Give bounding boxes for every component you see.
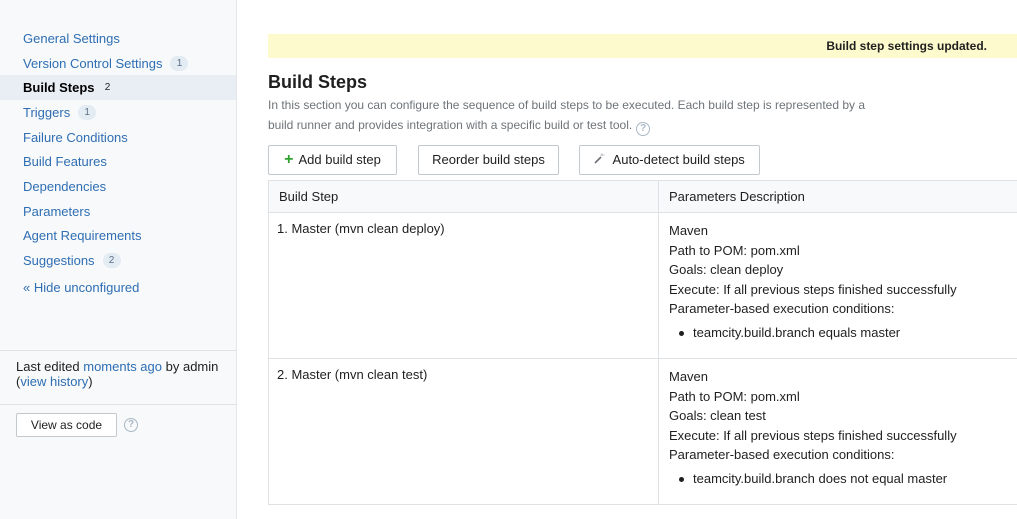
- auto-detect-build-steps-button[interactable]: Auto-detect build steps: [579, 145, 760, 175]
- conditions-list: teamcity.build.branch does not equal mas…: [669, 469, 1017, 489]
- nav-item-label: Dependencies: [23, 178, 107, 194]
- nav-item-label: Version Control Settings: [23, 55, 163, 71]
- nav-item-label: Build Features: [23, 154, 107, 170]
- reorder-build-steps-button[interactable]: Reorder build steps: [418, 145, 559, 175]
- help-icon[interactable]: ?: [124, 418, 138, 432]
- table-row[interactable]: 1. Master (mvn clean deploy) Maven Path …: [269, 213, 1017, 359]
- execute-policy: Execute: If all previous steps finished …: [669, 281, 957, 297]
- nav-item-version-control-settings[interactable]: Version Control Settings 1: [0, 51, 236, 76]
- button-label: Reorder build steps: [432, 152, 545, 167]
- count-badge: 2: [102, 253, 121, 269]
- count-badge: 2: [104, 82, 111, 94]
- last-edited-by: by admin: [165, 359, 219, 374]
- column-header-parameters-description: Parameters Description: [669, 189, 805, 204]
- button-label: Add build step: [298, 152, 381, 167]
- execute-policy: Execute: If all previous steps finished …: [669, 427, 957, 443]
- hide-unconfigured-link[interactable]: « Hide unconfigured: [23, 280, 139, 295]
- last-edited-prefix: Last edited: [16, 359, 80, 374]
- button-label: Auto-detect build steps: [612, 152, 745, 167]
- nav-item-triggers[interactable]: Triggers 1: [0, 100, 236, 125]
- last-edited-time-link[interactable]: moments ago: [83, 359, 162, 374]
- nav-item-general-settings[interactable]: General Settings: [0, 26, 236, 51]
- build-step-name[interactable]: 2. Master (mvn clean test): [269, 359, 659, 504]
- nav-item-label: Parameters: [23, 203, 91, 219]
- parameters-description: Maven Path to POM: pom.xml Goals: clean …: [659, 213, 1017, 358]
- nav-item-agent-requirements[interactable]: Agent Requirements: [0, 224, 236, 249]
- runner-type: Maven: [669, 223, 709, 238]
- nav-item-label: Failure Conditions: [23, 129, 128, 145]
- conditions-label: Parameter-based execution conditions:: [669, 301, 895, 317]
- wand-icon: [594, 153, 608, 167]
- list-item: teamcity.build.branch equals master: [669, 323, 1017, 343]
- nav-item-parameters[interactable]: Parameters: [0, 199, 236, 224]
- sidebar-divider: [0, 350, 237, 351]
- paren-close: ): [88, 374, 93, 389]
- sidebar: General Settings Version Control Setting…: [0, 0, 237, 519]
- plus-icon: +: [284, 151, 294, 168]
- pom-path: Path to POM: pom.xml: [669, 388, 800, 404]
- sidebar-divider: [0, 404, 237, 405]
- nav-item-label: Triggers: [23, 104, 71, 120]
- build-steps-table: Build Step Parameters Description 1. Mas…: [268, 180, 1017, 505]
- count-badge: 1: [170, 55, 189, 71]
- nav-item-build-features[interactable]: Build Features: [0, 149, 236, 174]
- page-title: Build Steps: [268, 72, 368, 92]
- view-as-code-button[interactable]: View as code: [16, 413, 117, 437]
- help-icon[interactable]: ?: [636, 122, 651, 136]
- banner-message: Build step settings updated.: [826, 39, 987, 53]
- list-item: teamcity.build.branch does not equal mas…: [669, 469, 1017, 489]
- page-description: In this section you can configure the se…: [268, 95, 888, 136]
- conditions-label: Parameter-based execution conditions:: [669, 447, 895, 463]
- count-badge: 1: [78, 104, 97, 120]
- nav-item-suggestions[interactable]: Suggestions 2: [0, 248, 236, 273]
- parameters-description: Maven Path to POM: pom.xml Goals: clean …: [659, 359, 1017, 504]
- table-header: Build Step Parameters Description: [269, 181, 1017, 213]
- pom-path: Path to POM: pom.xml: [669, 242, 800, 258]
- last-edited-info: Last edited moments ago by admin (view h…: [16, 359, 231, 389]
- nav-item-label: Agent Requirements: [23, 228, 142, 244]
- nav-item-label: Build Steps: [23, 80, 95, 96]
- nav-item-failure-conditions[interactable]: Failure Conditions: [0, 125, 236, 150]
- status-banner: Build step settings updated.: [268, 34, 1017, 58]
- description-text: In this section you can configure the se…: [268, 98, 866, 132]
- view-history-link[interactable]: view history: [20, 374, 88, 389]
- nav-item-dependencies[interactable]: Dependencies: [0, 174, 236, 199]
- nav-item-build-steps[interactable]: Build Steps 2: [0, 75, 236, 101]
- build-step-name[interactable]: 1. Master (mvn clean deploy): [269, 213, 659, 358]
- nav-item-label: Suggestions: [23, 253, 95, 269]
- settings-nav: General Settings Version Control Setting…: [0, 0, 236, 273]
- goals: Goals: clean test: [669, 408, 766, 424]
- add-build-step-button[interactable]: + Add build step: [268, 145, 397, 175]
- nav-item-label: General Settings: [23, 30, 120, 46]
- runner-type: Maven: [669, 369, 709, 384]
- goals: Goals: clean deploy: [669, 262, 784, 278]
- column-header-build-step: Build Step: [269, 181, 659, 212]
- table-row[interactable]: 2. Master (mvn clean test) Maven Path to…: [269, 359, 1017, 504]
- conditions-list: teamcity.build.branch equals master: [669, 323, 1017, 343]
